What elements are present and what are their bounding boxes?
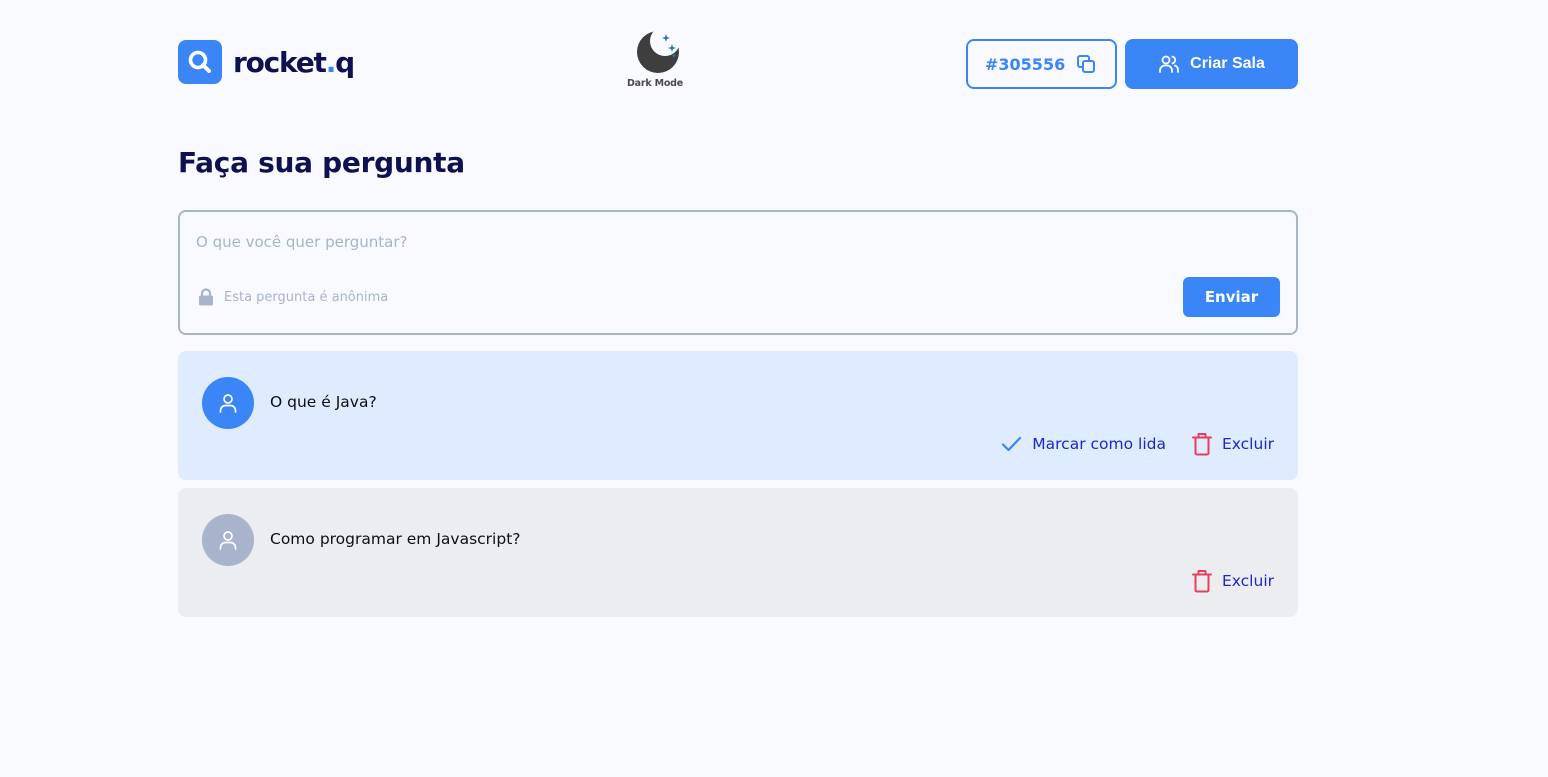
create-room-label: Criar Sala: [1190, 55, 1265, 72]
delete-label: Excluir: [1221, 572, 1274, 590]
logo-dot: .: [325, 45, 337, 79]
logo-name: rocket: [233, 45, 327, 79]
moon-stars-icon: [637, 31, 679, 73]
question-text: Como programar em Javascript?: [270, 530, 521, 548]
question-form: Esta pergunta é anônima Enviar: [178, 210, 1298, 335]
delete-button[interactable]: Excluir: [1191, 432, 1274, 456]
send-button[interactable]: Enviar: [1183, 277, 1280, 317]
user-icon: [219, 531, 237, 550]
logo[interactable]: rocket.q: [178, 40, 355, 84]
mark-as-read-label: Marcar como lida: [1032, 435, 1166, 453]
dark-mode-label: Dark Mode: [626, 78, 684, 89]
create-room-button[interactable]: Criar Sala: [1125, 39, 1298, 89]
delete-button[interactable]: Excluir: [1191, 569, 1274, 593]
anonymous-note-text: Esta pergunta é anônima: [224, 289, 389, 305]
lock-icon: [199, 288, 213, 306]
user-icon: [219, 394, 237, 413]
copy-icon: [1075, 53, 1097, 75]
trash-icon: [1191, 569, 1212, 593]
logo-suffix: q: [335, 45, 355, 79]
dark-mode-toggle[interactable]: Dark Mode: [622, 26, 688, 102]
logo-text: rocket.q: [233, 45, 355, 79]
page-title: Faça sua pergunta: [178, 146, 465, 179]
avatar: [202, 377, 254, 429]
question-actions: Marcar como lida Excluir: [1001, 432, 1274, 456]
anonymous-note: Esta pergunta é anônima: [198, 288, 388, 306]
question-card: O que é Java? Marcar como lida Excluir: [178, 351, 1298, 480]
mark-as-read-button[interactable]: Marcar como lida: [1001, 435, 1166, 453]
trash-icon: [1191, 432, 1212, 456]
users-icon: [1158, 53, 1180, 75]
question-card: Como programar em Javascript? Excluir: [178, 488, 1298, 617]
magnifier-logo-icon: [178, 40, 222, 84]
delete-label: Excluir: [1221, 435, 1274, 453]
question-text: O que é Java?: [270, 393, 377, 411]
question-input[interactable]: [196, 228, 1196, 256]
room-code-label: #305556: [985, 54, 1066, 74]
question-actions: Excluir: [1191, 569, 1274, 593]
room-code-button[interactable]: #305556: [966, 39, 1117, 89]
check-icon: [1001, 435, 1022, 453]
avatar: [202, 514, 254, 566]
